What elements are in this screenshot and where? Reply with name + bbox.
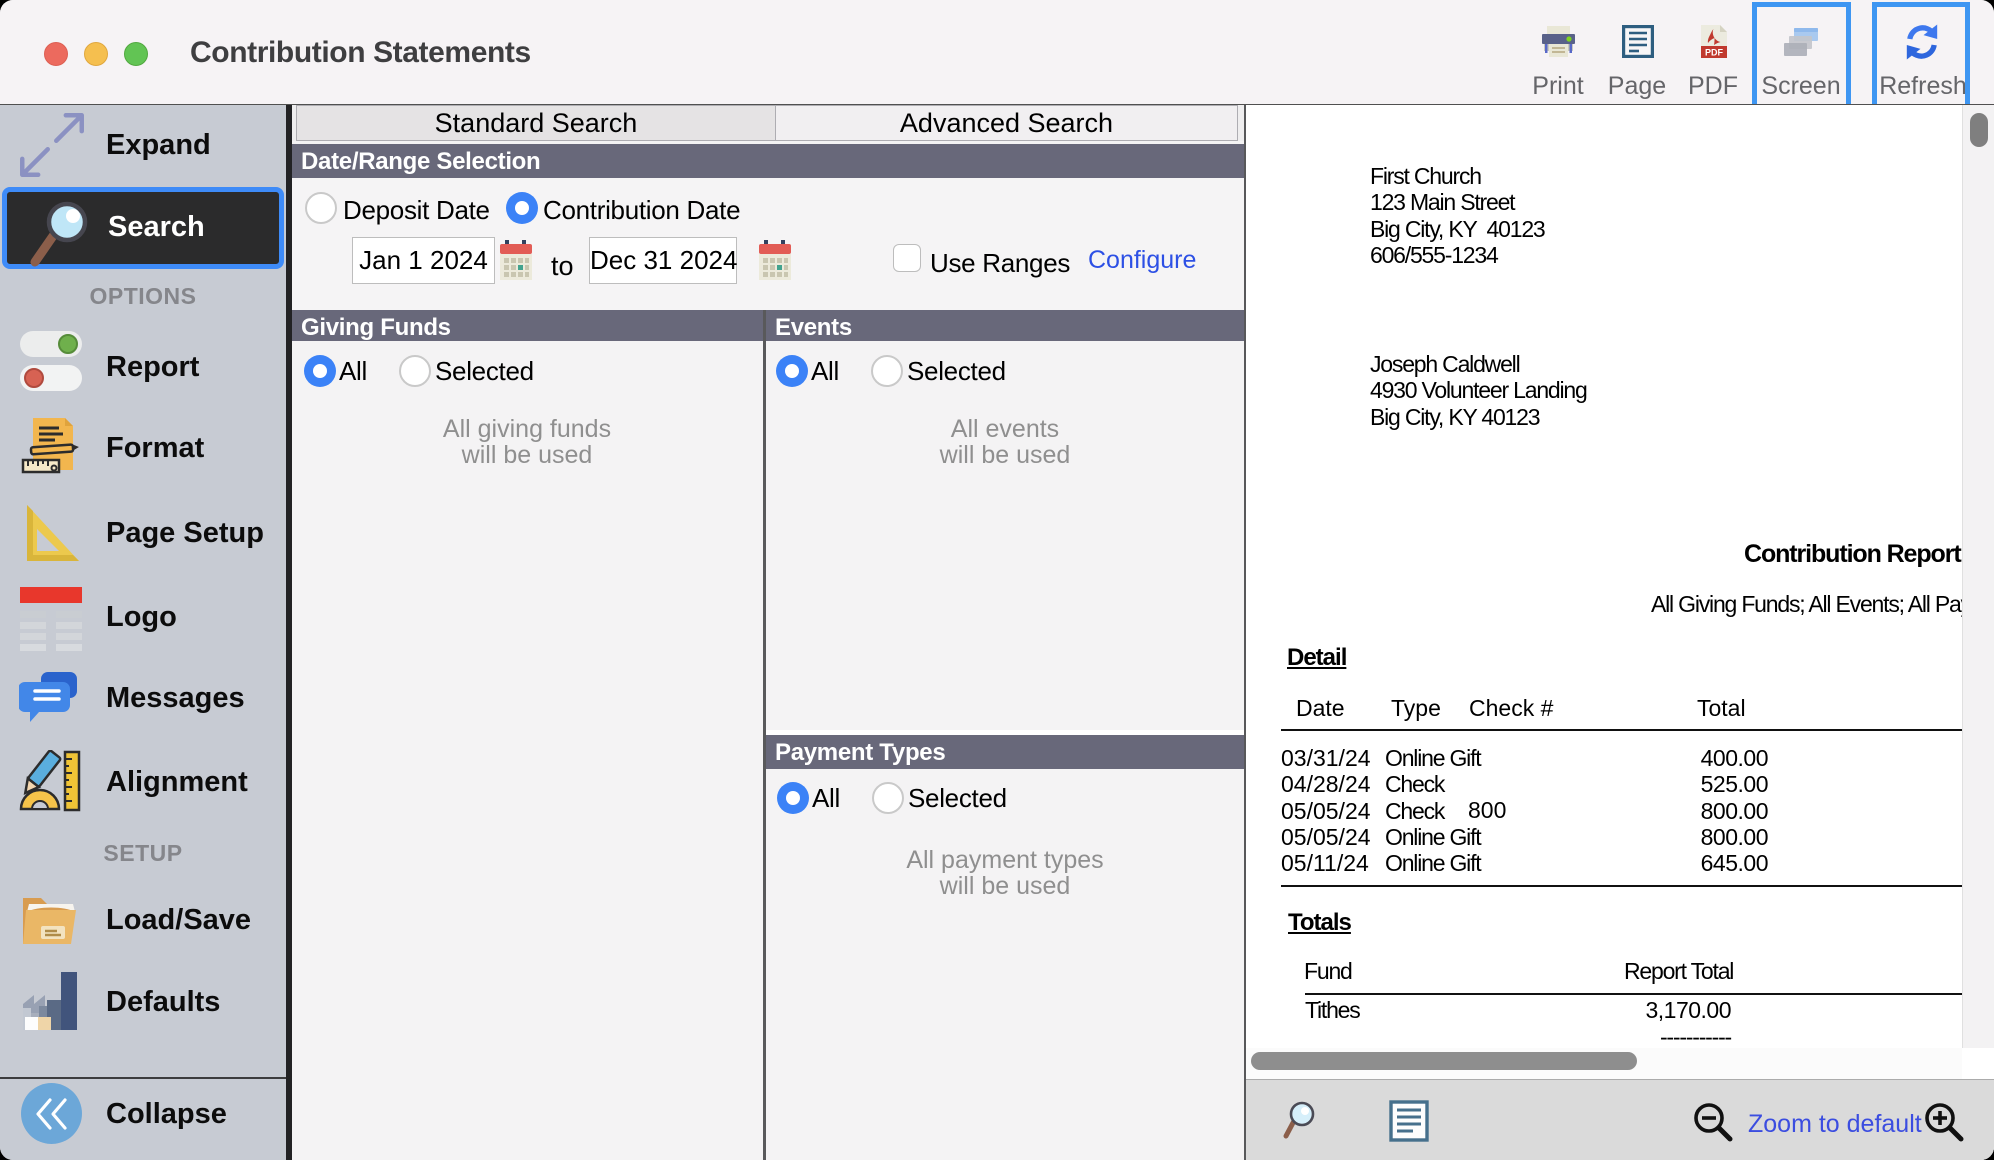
svg-text:PDF: PDF: [1705, 48, 1724, 58]
